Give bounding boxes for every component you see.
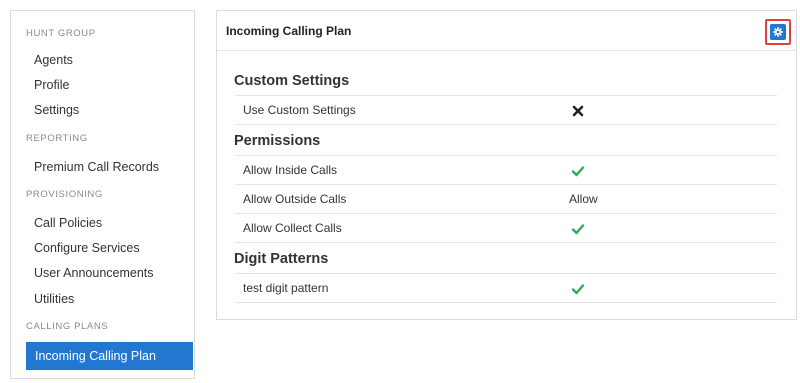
table-row: Allow Collect Calls <box>235 213 777 242</box>
panel-title: Incoming Calling Plan <box>226 24 352 38</box>
row-divider <box>235 124 777 125</box>
row-divider <box>235 302 777 303</box>
table-row: test digit pattern <box>235 273 777 302</box>
x-mark-icon <box>572 105 584 117</box>
row-label: Allow Collect Calls <box>243 221 342 235</box>
check-icon <box>571 224 585 235</box>
section-title-custom-settings: Custom Settings <box>234 73 350 89</box>
section-header-calling-plans: CALLING PLANS <box>26 321 109 332</box>
row-label: Allow Inside Calls <box>243 163 338 177</box>
table-row: Use Custom Settings <box>235 95 777 124</box>
section-header-reporting: REPORTING <box>26 133 88 144</box>
panel-header: Incoming Calling Plan <box>217 11 796 51</box>
row-label: test digit pattern <box>243 281 329 295</box>
sidebar-item-user-announcements[interactable]: User Announcements <box>34 266 154 280</box>
sidebar-item-agents[interactable]: Agents <box>34 53 73 67</box>
check-icon <box>571 284 585 295</box>
sidebar-item-settings[interactable]: Settings <box>34 103 79 117</box>
gear-icon <box>773 27 783 37</box>
sidebar-item-incoming-calling-plan[interactable]: Incoming Calling Plan <box>26 342 193 370</box>
row-label: Use Custom Settings <box>243 103 356 117</box>
row-value: Allow <box>569 192 598 206</box>
section-header-provisioning: PROVISIONING <box>26 189 103 200</box>
check-icon <box>571 166 585 177</box>
highlight-frame <box>765 19 791 45</box>
table-row: Allow Inside Calls <box>235 155 777 184</box>
section-title-permissions: Permissions <box>234 133 321 149</box>
row-divider <box>235 242 777 243</box>
sidebar-item-profile[interactable]: Profile <box>34 78 69 92</box>
settings-button[interactable] <box>770 24 786 40</box>
section-header-hunt-group: HUNT GROUP <box>26 28 96 39</box>
sidebar-item-configure-services[interactable]: Configure Services <box>34 241 140 255</box>
section-title-digit-patterns: Digit Patterns <box>234 251 329 267</box>
incoming-calling-plan-panel: Incoming Calling Plan Custom Settings Us… <box>216 10 797 320</box>
sidebar-item-call-policies[interactable]: Call Policies <box>34 216 102 230</box>
sidebar-item-premium-call-records[interactable]: Premium Call Records <box>34 160 159 174</box>
table-row: Allow Outside Calls Allow <box>235 184 777 213</box>
sidebar-nav: HUNT GROUP Agents Profile Settings REPOR… <box>10 10 195 379</box>
row-label: Allow Outside Calls <box>243 192 347 206</box>
sidebar-item-utilities[interactable]: Utilities <box>34 292 74 306</box>
